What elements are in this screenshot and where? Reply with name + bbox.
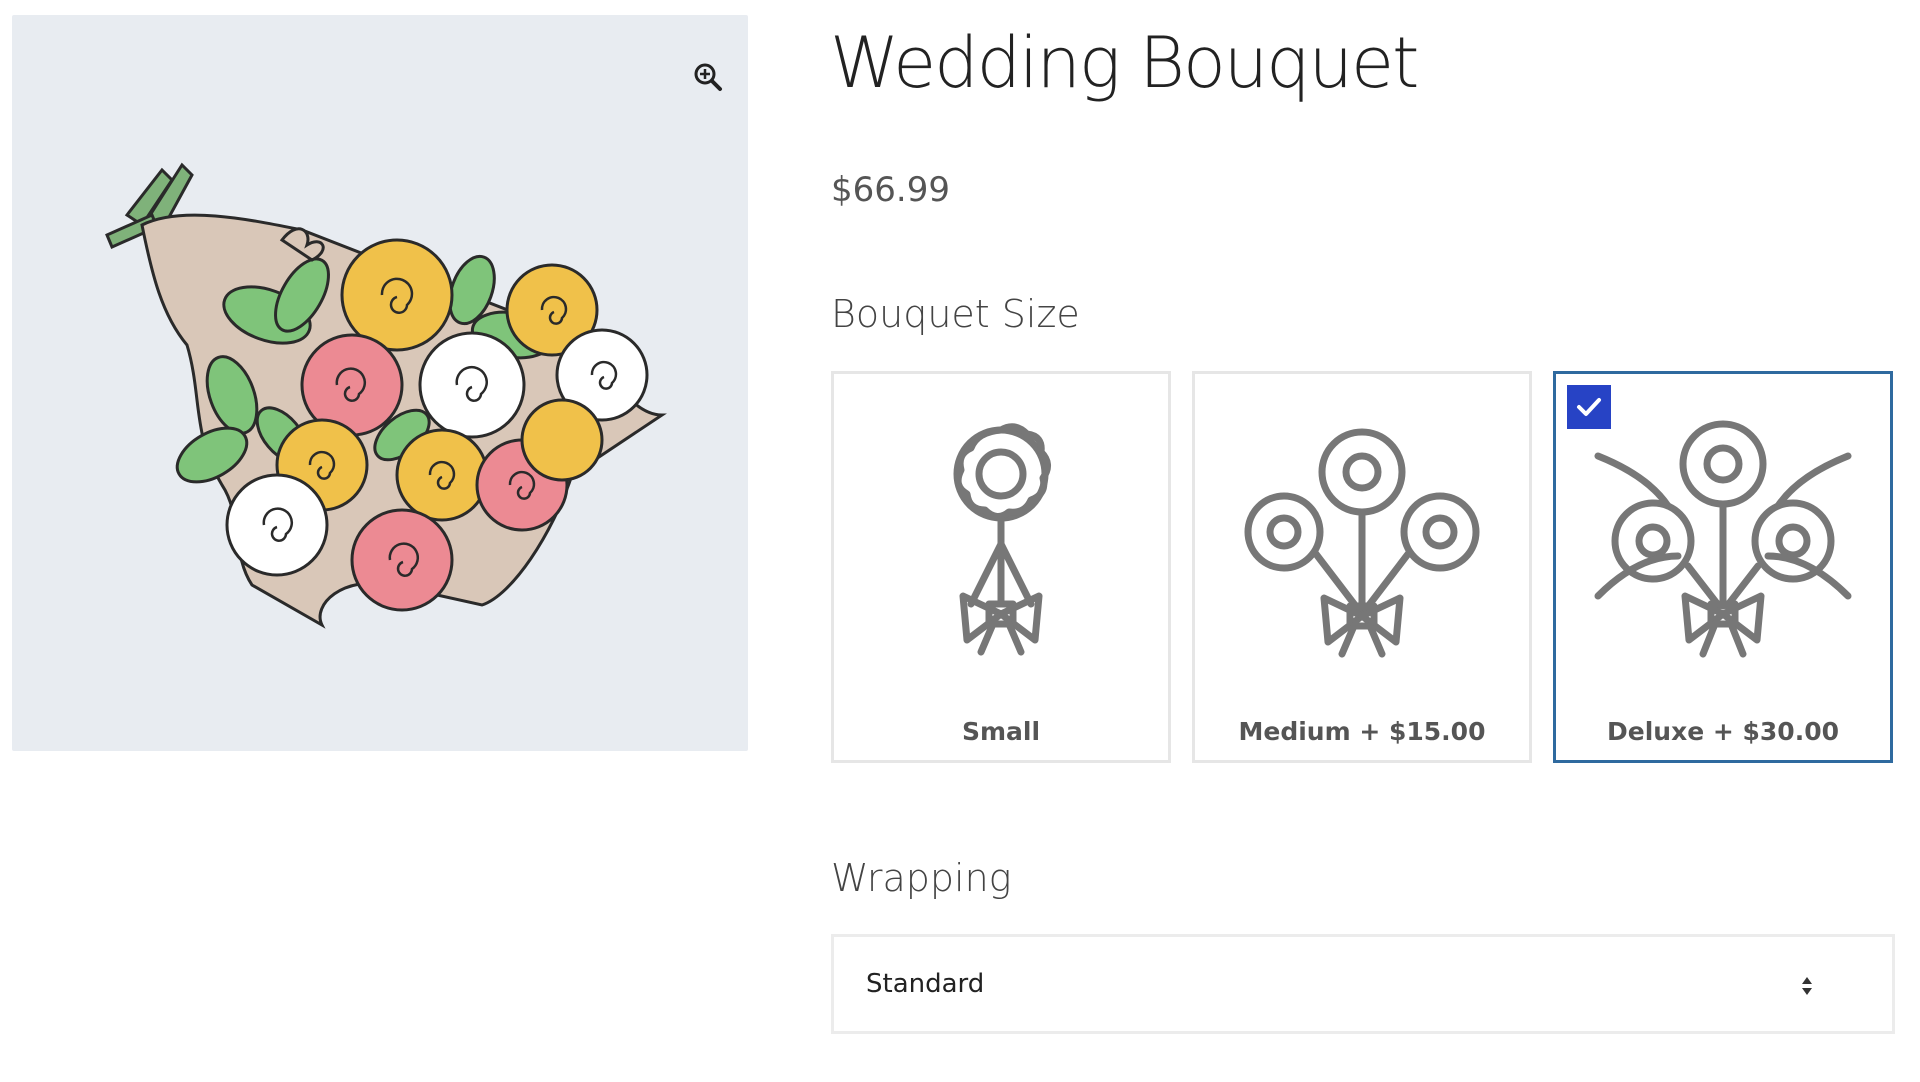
zoom-button[interactable] <box>682 51 734 103</box>
wrapping-selected-value: Standard <box>866 969 985 999</box>
size-option-deluxe[interactable]: Deluxe + $30.00 <box>1553 371 1893 763</box>
size-option-label: Deluxe + $30.00 <box>1607 717 1839 746</box>
select-arrows-icon <box>1802 977 1812 995</box>
three-flower-bouquet-icon <box>1244 428 1480 658</box>
size-option-small[interactable]: Small <box>831 371 1171 763</box>
bouquet-size-label: Bouquet Size <box>831 292 1080 336</box>
size-option-label: Small <box>961 717 1041 746</box>
zoom-in-icon <box>694 63 722 91</box>
deluxe-bouquet-icon <box>1594 420 1852 658</box>
wrapping-label: Wrapping <box>831 856 1012 900</box>
wrapping-select[interactable]: Standard <box>831 934 1895 1034</box>
size-option-label: Medium + $15.00 <box>1238 717 1486 746</box>
size-option-medium[interactable]: Medium + $15.00 <box>1192 371 1532 763</box>
single-flower-icon <box>953 423 1051 656</box>
product-price: $66.99 <box>831 170 950 210</box>
product-image-gallery[interactable] <box>12 15 748 751</box>
product-title: Wedding Bouquet <box>830 22 1419 104</box>
bouquet-image <box>105 162 667 629</box>
